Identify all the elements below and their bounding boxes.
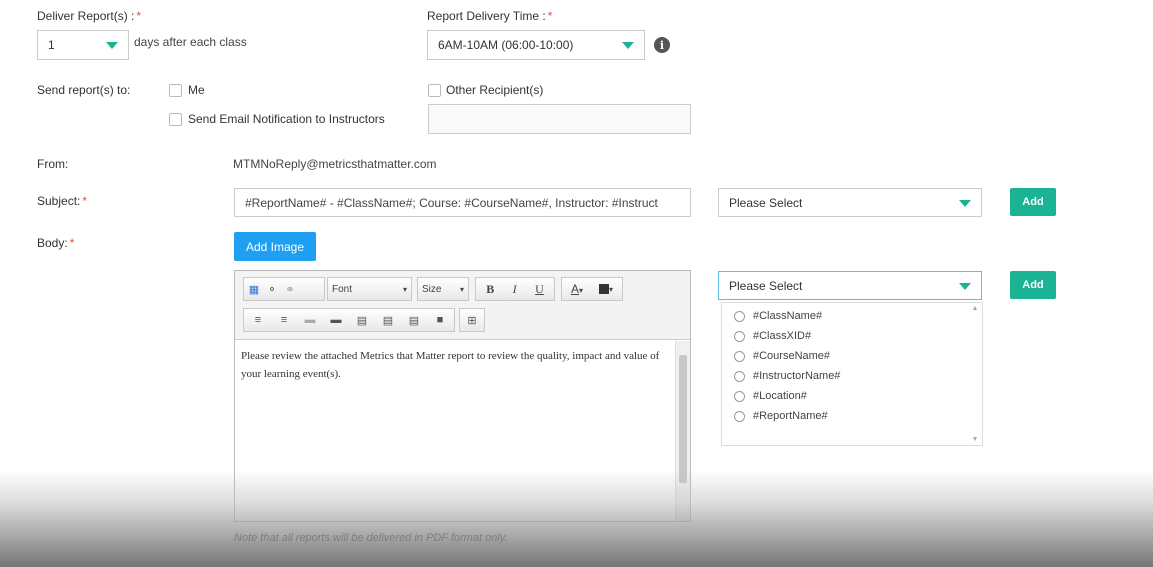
font-color-icon[interactable]: A▾ bbox=[571, 282, 583, 296]
radio-icon bbox=[734, 390, 745, 402]
option-classname[interactable]: #ClassName# bbox=[734, 306, 964, 326]
pdf-note: Note that all reports will be delivered … bbox=[234, 532, 508, 544]
indent-icon[interactable]: ▬ bbox=[330, 314, 342, 326]
background-color-icon[interactable]: ▾ bbox=[598, 283, 613, 295]
other-recipients-checkbox[interactable] bbox=[428, 84, 441, 97]
outdent-icon[interactable]: ▬ bbox=[304, 314, 316, 326]
option-location[interactable]: #Location# bbox=[734, 386, 964, 406]
size-select[interactable]: Size ▾ bbox=[417, 277, 469, 301]
instructors-checkbox[interactable] bbox=[169, 113, 182, 126]
from-value: MTMNoReply@metricsthatmatter.com bbox=[233, 157, 437, 171]
justify-icon[interactable]: ■ bbox=[434, 314, 446, 326]
chevron-down-icon bbox=[622, 42, 634, 49]
align-left-icon[interactable]: ▤ bbox=[356, 314, 368, 327]
deliver-label: Deliver Report(s) : * bbox=[37, 9, 142, 23]
other-recipients-label: Other Recipient(s) bbox=[446, 83, 544, 97]
color-group: A▾ ▾ bbox=[561, 277, 623, 301]
body-add-button[interactable]: Add bbox=[1010, 271, 1056, 299]
me-label: Me bbox=[188, 83, 205, 97]
unlink-icon[interactable]: ⚭ bbox=[284, 283, 296, 296]
delivery-time-label: Report Delivery Time : * bbox=[427, 9, 553, 23]
delivery-time-value: 6AM-10AM (06:00-10:00) bbox=[438, 38, 574, 52]
subject-add-button[interactable]: Add bbox=[1010, 188, 1056, 216]
subject-placeholder-select[interactable]: Please Select bbox=[718, 188, 982, 217]
editor-scroll-thumb[interactable] bbox=[679, 355, 687, 483]
font-select[interactable]: Font ▾ bbox=[327, 277, 412, 301]
chevron-down-icon bbox=[959, 199, 971, 207]
deliver-days-value: 1 bbox=[48, 38, 55, 52]
info-icon[interactable]: i bbox=[654, 37, 670, 53]
editor-scrollbar[interactable] bbox=[675, 341, 690, 521]
me-checkbox[interactable] bbox=[169, 84, 182, 97]
underline-icon[interactable]: U bbox=[535, 282, 544, 297]
radio-icon bbox=[734, 410, 745, 422]
scroll-up-icon[interactable]: ▲ bbox=[970, 305, 980, 312]
body-label: Body: * bbox=[37, 236, 75, 250]
other-recipients-input[interactable] bbox=[428, 104, 691, 134]
link-icon[interactable]: ⚬ bbox=[266, 283, 278, 296]
deliver-days-select[interactable]: 1 bbox=[37, 30, 129, 60]
text-style-group: B I U bbox=[475, 277, 555, 301]
chevron-down-icon bbox=[106, 42, 118, 49]
source-icon[interactable]: ▦ bbox=[248, 283, 260, 296]
chevron-down-icon bbox=[959, 282, 971, 290]
chevron-down-icon: ▾ bbox=[459, 284, 464, 294]
option-classxid[interactable]: #ClassXID# bbox=[734, 326, 964, 346]
subject-select-value: Please Select bbox=[729, 195, 803, 210]
add-image-button[interactable]: Add Image bbox=[234, 232, 316, 261]
radio-icon bbox=[734, 370, 745, 382]
option-coursename[interactable]: #CourseName# bbox=[734, 346, 964, 366]
paragraph-group: ≡ ≡ ▬ ▬ ▤ ▤ ▤ ■ bbox=[243, 308, 455, 332]
radio-icon bbox=[734, 310, 745, 322]
size-select-label: Size bbox=[422, 283, 442, 295]
subject-label: Subject: * bbox=[37, 194, 88, 208]
radio-icon bbox=[734, 330, 745, 342]
placeholder-options-list: #ClassName# #ClassXID# #CourseName# #Ins… bbox=[721, 302, 983, 446]
italic-icon[interactable]: I bbox=[513, 282, 517, 297]
deliver-suffix: days after each class bbox=[134, 35, 247, 49]
body-placeholder-select[interactable]: Please Select bbox=[718, 271, 982, 300]
from-label: From: bbox=[37, 157, 69, 171]
align-right-icon[interactable]: ▤ bbox=[408, 314, 420, 327]
bold-icon[interactable]: B bbox=[486, 282, 494, 297]
bullet-list-icon[interactable]: ≡ bbox=[278, 314, 290, 326]
instructors-label: Send Email Notification to Instructors bbox=[188, 112, 385, 126]
radio-icon bbox=[734, 350, 745, 362]
subject-input[interactable]: #ReportName# - #ClassName#; Course: #Cou… bbox=[234, 188, 691, 217]
delivery-time-select[interactable]: 6AM-10AM (06:00-10:00) bbox=[427, 30, 645, 60]
option-instructorname[interactable]: #InstructorName# bbox=[734, 366, 964, 386]
align-center-icon[interactable]: ▤ bbox=[382, 314, 394, 327]
numbered-list-icon[interactable]: ≡ bbox=[252, 314, 264, 326]
options-scrollbar[interactable]: ▲ ▼ bbox=[970, 305, 980, 443]
send-to-label: Send report(s) to: bbox=[37, 83, 131, 97]
scroll-down-icon[interactable]: ▼ bbox=[970, 436, 980, 443]
body-editor[interactable]: ▦ ⚬ ⚭ Font ▾ Size ▾ B I U A▾ ▾ ≡ ≡ ▬ ▬ ▤… bbox=[234, 270, 691, 522]
font-select-label: Font bbox=[332, 283, 353, 295]
options-container: #ClassName# #ClassXID# #CourseName# #Ins… bbox=[734, 306, 964, 426]
option-reportname[interactable]: #ReportName# bbox=[734, 406, 964, 426]
table-grid-icon: ⊞ bbox=[467, 314, 477, 327]
chevron-down-icon: ▾ bbox=[402, 284, 407, 294]
editor-source-group: ▦ ⚬ ⚭ bbox=[243, 277, 325, 301]
body-text[interactable]: Please review the attached Metrics that … bbox=[241, 347, 661, 383]
table-icon[interactable]: ⊞ bbox=[459, 308, 485, 332]
body-select-value: Please Select bbox=[729, 278, 803, 293]
